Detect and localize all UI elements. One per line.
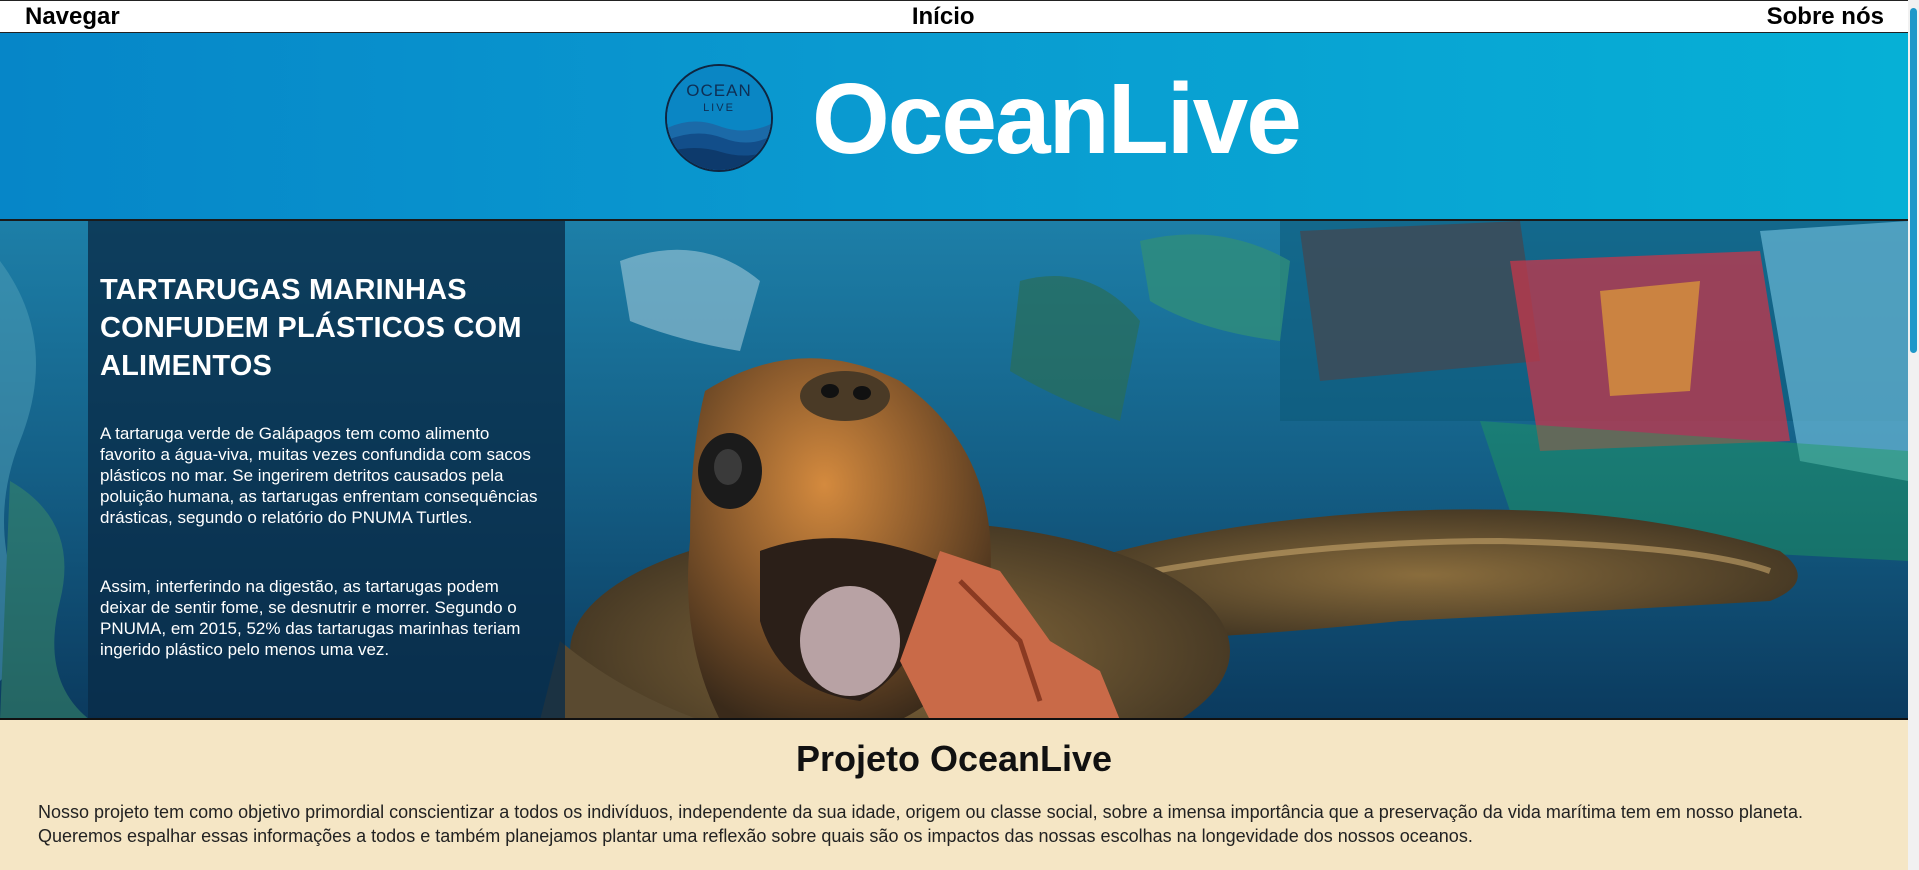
news-article-panel: TARTARUGAS MARINHAS CONFUDEM PLÁSTICOS C… [88, 221, 565, 718]
nav-link-navegar[interactable]: Navegar [25, 3, 120, 31]
nav-link-sobre-nos[interactable]: Sobre nós [1767, 3, 1884, 31]
hero-banner: TARTARUGAS MARINHAS CONFUDEM PLÁSTICOS C… [0, 221, 1908, 720]
brand-title: OceanLive [812, 63, 1302, 175]
article-title: TARTARUGAS MARINHAS CONFUDEM PLÁSTICOS C… [100, 274, 522, 382]
scrollbar-thumb[interactable] [1910, 8, 1917, 353]
article-paragraph-2: Assim, interferindo na digestão, as tart… [100, 577, 521, 659]
project-title: Projeto OceanLive [795, 738, 1113, 779]
page-scrollbar[interactable] [1908, 0, 1919, 870]
project-section: Projeto OceanLive Nosso projeto tem como… [0, 720, 1908, 870]
logo-text-ocean: OCEAN [686, 81, 751, 100]
article-paragraph-1: A tartaruga verde de Galápagos tem como … [100, 424, 538, 527]
logo-text-live: LIVE [703, 102, 735, 114]
site-header: OCEAN LIVE OceanLive [0, 33, 1908, 221]
project-description: Nosso projeto tem como objetivo primordi… [38, 802, 1803, 846]
top-nav: Navegar Início Sobre nós [0, 0, 1908, 33]
nav-link-inicio[interactable]: Início [912, 3, 975, 31]
oceanlive-logo[interactable]: OCEAN LIVE [665, 64, 773, 172]
